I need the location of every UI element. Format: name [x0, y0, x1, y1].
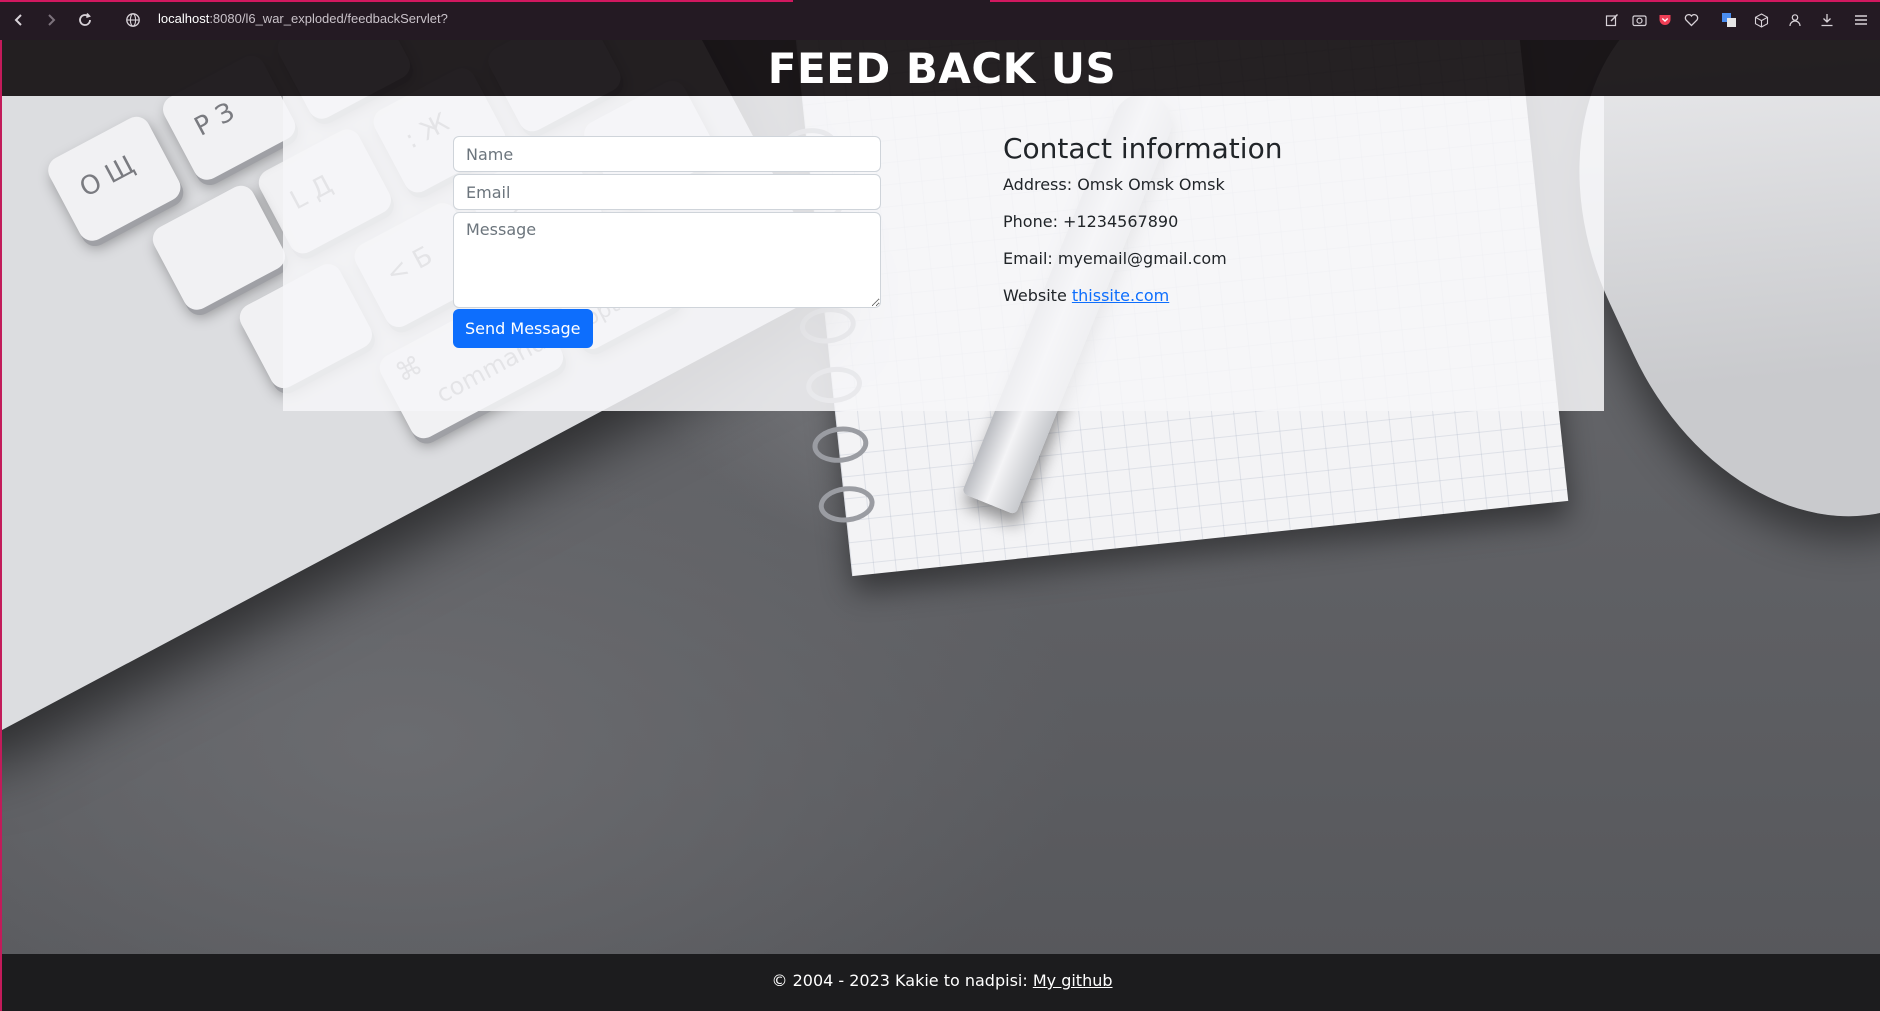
address-bar[interactable]: localhost:8080/l6_war_exploded/feedbackS… — [158, 11, 448, 29]
pocket-button[interactable] — [1654, 9, 1676, 31]
page-footer: © 2004 - 2023 Kakie to nadpisi: My githu… — [2, 954, 1880, 1011]
camera-icon — [1631, 15, 1647, 27]
edit-button[interactable] — [1601, 9, 1623, 31]
footer-copyright: © 2004 - 2023 Kakie to nadpisi: — [771, 971, 1033, 990]
url-host: localhost — [158, 11, 210, 26]
user-icon — [1789, 14, 1801, 27]
notebook-ring — [816, 483, 877, 526]
name-field[interactable] — [453, 136, 881, 172]
email-field[interactable] — [453, 174, 881, 210]
download-icon — [1821, 14, 1833, 27]
menu-button[interactable] — [1850, 9, 1872, 31]
tab-accent-bar — [0, 0, 793, 2]
github-link[interactable]: My github — [1033, 971, 1113, 990]
message-field[interactable] — [453, 212, 881, 308]
chevron-right-icon — [48, 14, 56, 26]
browser-toolbar: localhost:8080/l6_war_exploded/feedbackS… — [0, 0, 1880, 40]
website-link[interactable]: thissite.com — [1072, 286, 1169, 305]
extensions-button[interactable] — [1750, 9, 1772, 31]
contact-phone: Phone: +1234567890 — [1003, 212, 1179, 231]
site-info-button[interactable] — [121, 8, 145, 32]
globe-icon — [126, 13, 140, 27]
contact-info: Contact information Address: Omsk Omsk O… — [1003, 132, 1282, 323]
tab-accent-bar — [990, 0, 1880, 2]
profile-button[interactable] — [1784, 9, 1806, 31]
heart-icon — [1684, 13, 1698, 27]
contact-title: Contact information — [1003, 132, 1283, 165]
page-viewport: command⌘ option < Б > Ю L Д : Ж Р З О Щ … — [0, 40, 1880, 1011]
chevron-left-icon — [14, 14, 22, 26]
pocket-icon — [1659, 15, 1671, 25]
notebook-ring — [810, 423, 871, 466]
cube-icon — [1754, 12, 1768, 28]
contact-address: Address: Omsk Omsk Omsk — [1003, 175, 1225, 194]
url-path: :8080/l6_war_exploded/feedbackServlet? — [209, 11, 448, 26]
contact-website: Website thissite.com — [1003, 286, 1282, 305]
edit-icon — [1605, 14, 1618, 27]
website-label: Website — [1003, 286, 1067, 305]
contact-email: Email: myemail@gmail.com — [1003, 249, 1227, 268]
page-title: FEED BACK US — [767, 44, 1117, 93]
back-button[interactable] — [7, 8, 31, 32]
page-header: FEED BACK US — [2, 40, 1880, 96]
footer-text-row: © 2004 - 2023 Kakie to nadpisi: My githu… — [2, 971, 1880, 990]
send-message-button[interactable]: Send Message — [453, 309, 593, 348]
forward-button[interactable] — [39, 8, 63, 32]
favorites-button[interactable] — [1680, 9, 1702, 31]
screenshot-button[interactable] — [1628, 9, 1650, 31]
reload-icon — [79, 12, 91, 26]
hamburger-menu-icon — [1855, 15, 1867, 25]
downloads-button[interactable] — [1816, 9, 1838, 31]
translate-icon — [1722, 13, 1736, 27]
feedback-panel: Send Message Contact information Address… — [283, 96, 1604, 411]
translate-button[interactable] — [1718, 9, 1740, 31]
reload-button[interactable] — [73, 8, 97, 32]
